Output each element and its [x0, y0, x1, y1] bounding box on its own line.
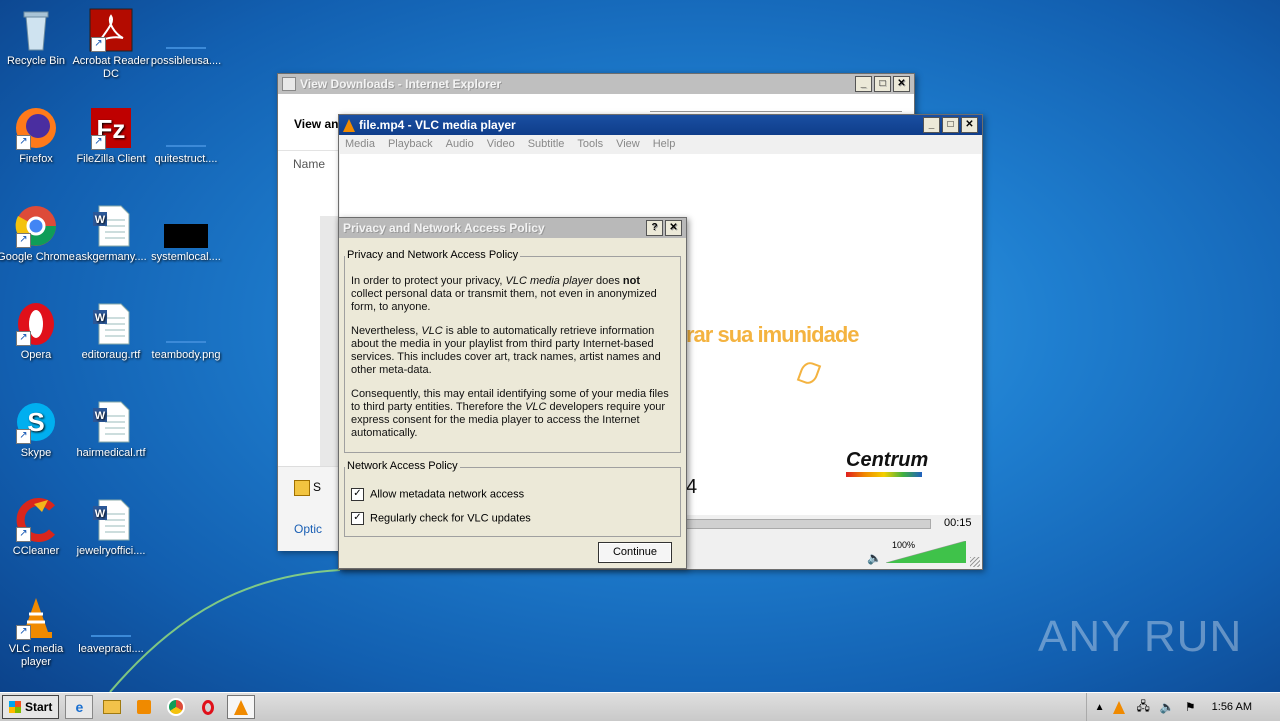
privacy-dialog[interactable]: Privacy and Network Access Policy ? ✕ Pr… [338, 217, 687, 569]
checkbox-updates-label: Regularly check for VLC updates [370, 512, 531, 525]
ie-column-name[interactable]: Name [293, 157, 325, 171]
privacy-policy-group: Privacy and Network Access Policy In ord… [344, 249, 681, 453]
help-button[interactable]: ? [646, 220, 663, 236]
tray-clock[interactable]: 1:56 AM [1212, 701, 1252, 713]
taskbar-media-player-icon[interactable] [131, 696, 157, 718]
checkbox-metadata-box[interactable]: ✓ [351, 488, 364, 501]
windows-logo-icon [9, 701, 21, 713]
speaker-icon[interactable]: 🔈 [867, 551, 882, 565]
taskbar-chrome-icon[interactable] [163, 696, 189, 718]
minimize-button[interactable]: _ [855, 76, 872, 92]
vlc-window-title: file.mp4 - VLC media player [359, 118, 516, 132]
taskbar: Start e ▲ 🖧 🔈 ⚑ 1:56 AM [0, 692, 1280, 721]
centrum-rainbow [846, 472, 922, 477]
tray-vlc-icon[interactable] [1112, 700, 1125, 714]
privacy-paragraph-3: Consequently, this may entail identifyin… [351, 388, 669, 439]
maximize-button[interactable]: □ [942, 117, 959, 133]
checkbox-metadata[interactable]: ✓ Allow metadata network access [351, 488, 524, 501]
tray-expand-icon[interactable]: ▲ [1095, 702, 1105, 713]
leaf-icon [796, 359, 822, 387]
menu-subtitle[interactable]: Subtitle [528, 138, 565, 150]
checkbox-metadata-label: Allow metadata network access [370, 488, 525, 501]
ie-heading-rule [650, 111, 902, 112]
maximize-button[interactable]: □ [874, 76, 891, 92]
minimize-button[interactable]: _ [923, 117, 940, 133]
start-button[interactable]: Start [2, 695, 60, 719]
time-label: 00:15 [944, 517, 972, 529]
resize-grip-icon[interactable] [970, 557, 980, 567]
partial-digit: 4 [686, 476, 698, 498]
ie-window-title: View Downloads - Internet Explorer [300, 77, 502, 91]
tray-network-icon[interactable]: 🖧 [1137, 697, 1150, 718]
anyrun-watermark: ANY RUN [1038, 612, 1243, 661]
ie-titlebar[interactable]: View Downloads - Internet Explorer _ □ ✕ [278, 74, 914, 94]
tray-volume-icon[interactable]: 🔈 [1160, 700, 1175, 714]
volume-slider[interactable]: 100% [885, 540, 967, 564]
privacy-paragraph-1: In order to protect your privacy, VLC me… [351, 275, 657, 313]
seek-bar[interactable] [685, 519, 931, 529]
privacy-policy-legend: Privacy and Network Access Policy [345, 249, 521, 261]
ie-security-icon [294, 480, 310, 496]
continue-button[interactable]: Continue [598, 542, 672, 563]
privacy-paragraph-2: Nevertheless, VLC is able to automatical… [351, 325, 661, 376]
tray-flag-icon[interactable]: ⚑ [1185, 700, 1196, 714]
menu-video[interactable]: Video [487, 138, 515, 150]
system-tray: ▲ 🖧 🔈 ⚑ 1:56 AM [1085, 693, 1280, 721]
taskbar-ie-icon[interactable]: e [65, 695, 94, 719]
taskbar-explorer-icon[interactable] [99, 696, 125, 718]
dialog-titlebar[interactable]: Privacy and Network Access Policy ? ✕ [339, 218, 686, 238]
vlc-titlebar[interactable]: file.mp4 - VLC media player _ □ ✕ [339, 115, 982, 135]
ie-options-link[interactable]: Optic [294, 522, 322, 536]
volume-label: 100% [892, 540, 916, 550]
ie-heading: View an [294, 117, 339, 131]
close-button[interactable]: ✕ [961, 117, 978, 133]
menu-tools[interactable]: Tools [577, 138, 603, 150]
ie-icon [282, 77, 296, 91]
menu-audio[interactable]: Audio [446, 138, 474, 150]
network-access-group: Network Access Policy ✓ Allow metadata ne… [344, 460, 681, 537]
dialog-close-button[interactable]: ✕ [665, 220, 682, 236]
close-button[interactable]: ✕ [893, 76, 910, 92]
taskbar-vlc-icon[interactable] [227, 695, 256, 719]
vlc-cone-icon [343, 118, 355, 132]
ie-scroll-area [320, 216, 340, 466]
network-access-legend: Network Access Policy [345, 460, 460, 472]
ie-footer-text: S [313, 480, 322, 494]
dialog-title: Privacy and Network Access Policy [343, 221, 545, 235]
centrum-logo: Centrum [846, 449, 928, 477]
taskbar-opera-icon[interactable] [195, 696, 221, 718]
menu-view[interactable]: View [616, 138, 640, 150]
checkbox-updates-box[interactable]: ✓ [351, 512, 364, 525]
menu-media[interactable]: Media [345, 138, 375, 150]
checkbox-updates[interactable]: ✓ Regularly check for VLC updates [351, 512, 531, 525]
menu-playback[interactable]: Playback [388, 138, 433, 150]
video-caption: rar sua imunidade [686, 322, 860, 347]
menu-help[interactable]: Help [653, 138, 676, 150]
vlc-menubar: Media Playback Audio Video Subtitle Tools View… [339, 135, 982, 153]
